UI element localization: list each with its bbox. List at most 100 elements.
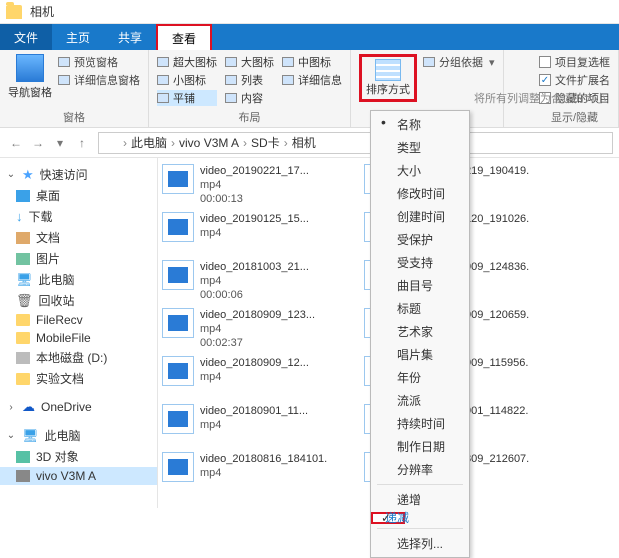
folder-icon (105, 137, 119, 149)
sidebar-3dobjects[interactable]: 3D 对象 (0, 446, 157, 467)
sort-choose-columns[interactable]: 选择列... (371, 532, 469, 555)
sort-year[interactable]: 年份 (371, 366, 469, 389)
video-thumb-icon (162, 356, 194, 386)
sort-duration[interactable]: 持续时间 (371, 412, 469, 435)
opt-file-ext[interactable]: ✓文件扩展名 (539, 72, 610, 88)
file-ext: mp4 (200, 274, 309, 288)
layout-m[interactable]: 中图标 (282, 54, 342, 70)
fit-columns-hint: 将所有列调整为合适的大小 (474, 90, 606, 106)
video-thumb-icon (162, 404, 194, 434)
sort-by-icon (375, 59, 401, 81)
address-bar[interactable]: › 此电脑› vivo V3M A› SD卡› 相机 (98, 132, 613, 154)
layout-l[interactable]: 大图标 (225, 54, 274, 70)
video-thumb-icon (162, 452, 194, 482)
crumb-device[interactable]: vivo V3M A› (179, 136, 247, 150)
sidebar-recycle[interactable]: 🗑回收站 (0, 290, 157, 311)
ribbon-group-layout: 超大图标 大图标 中图标 小图标 列表 详细信息 平铺 内容 布局 (149, 50, 351, 127)
file-duration: 00:02:37 (200, 336, 315, 350)
nav-pane-button[interactable]: 导航窗格 (8, 54, 52, 100)
sort-genre[interactable]: 流派 (371, 389, 469, 412)
video-thumb-icon (162, 308, 194, 338)
file-tile[interactable]: video_20190125_15...mp4 (162, 212, 354, 254)
nav-sidebar: ⌄★快速访问 桌面 ↓下载 文档 图片 🖥此电脑 🗑回收站 FileRecv M… (0, 158, 158, 508)
file-ext: mp4 (200, 370, 309, 384)
sort-type[interactable]: 类型 (371, 136, 469, 159)
tab-view[interactable]: 查看 (156, 24, 212, 50)
file-ext: mp4 (200, 178, 309, 192)
sort-descending[interactable]: 递减 (371, 512, 405, 524)
file-name: video_20180816_184101. (200, 452, 327, 466)
sidebar-onedrive[interactable]: ›☁OneDrive (0, 397, 157, 417)
file-tile[interactable]: video_20181003_21...mp400:00:06 (162, 260, 354, 302)
sidebar-thispc2[interactable]: ⌄🖥此电脑 (0, 425, 157, 446)
sort-by-button[interactable]: 排序方式 (359, 54, 417, 102)
file-tile[interactable]: video_20190221_17...mp400:00:13 (162, 164, 354, 206)
tab-file[interactable]: 文件 (0, 24, 52, 50)
preview-pane-icon (58, 57, 70, 67)
nav-forward-icon[interactable]: → (28, 133, 48, 153)
layout-tile[interactable]: 平铺 (157, 90, 217, 106)
ribbon: 导航窗格 预览窗格 详细信息窗格 窗格 超大图标 大图标 中图标 小图标 列表 … (0, 50, 619, 128)
layout-s[interactable]: 小图标 (157, 72, 217, 88)
sort-by-menu: 名称 类型 大小 修改时间 创建时间 受保护 受支持 曲目号 标题 艺术家 唱片… (370, 110, 470, 558)
crumb-camera[interactable]: 相机 (292, 134, 316, 151)
details-pane-button[interactable]: 详细信息窗格 (58, 72, 140, 88)
sidebar-pictures[interactable]: 图片 (0, 248, 157, 269)
file-duration: 00:00:06 (200, 288, 309, 302)
breadcrumb-bar: ← → ▾ ↑ › 此电脑› vivo V3M A› SD卡› 相机 (0, 128, 619, 158)
layout-xl[interactable]: 超大图标 (157, 54, 217, 70)
group-by-button[interactable]: 分组依据▾ (423, 54, 495, 70)
sidebar-filerecv[interactable]: FileRecv (0, 311, 157, 329)
ribbon-tabs: 文件 主页 共享 查看 (0, 24, 619, 50)
sort-modtime[interactable]: 修改时间 (371, 182, 469, 205)
sort-by-label: 排序方式 (366, 81, 410, 97)
group-label-panes: 窗格 (8, 109, 140, 125)
sidebar-quick-access[interactable]: ⌄★快速访问 (0, 164, 157, 185)
preview-pane-button[interactable]: 预览窗格 (58, 54, 140, 70)
sidebar-localdisk[interactable]: 本地磁盘 (D:) (0, 347, 157, 368)
sidebar-expdoc[interactable]: 实验文档 (0, 368, 157, 389)
layout-detail[interactable]: 详细信息 (282, 72, 342, 88)
file-tile[interactable]: video_20180909_12...mp4 (162, 356, 354, 398)
file-tile[interactable]: video_20180909_123...mp400:02:37 (162, 308, 354, 350)
sort-created[interactable]: 创建时间 (371, 205, 469, 228)
sidebar-desktop[interactable]: 桌面 (0, 185, 157, 206)
sort-artist[interactable]: 艺术家 (371, 320, 469, 343)
sidebar-documents[interactable]: 文档 (0, 227, 157, 248)
file-name: video_20190221_17... (200, 164, 309, 178)
sort-supported[interactable]: 受支持 (371, 251, 469, 274)
sort-protected[interactable]: 受保护 (371, 228, 469, 251)
sort-makedate[interactable]: 制作日期 (371, 435, 469, 458)
file-name: video_20180909_123... (200, 308, 315, 322)
sidebar-vivo-device[interactable]: vivo V3M A (0, 467, 157, 485)
crumb-sdcard[interactable]: SD卡› (251, 134, 288, 151)
file-tile[interactable]: video_20180901_11...mp4 (162, 404, 354, 446)
ribbon-group-showhide: 项目复选框 ✓文件扩展名 隐藏的项目 显示/隐藏 (531, 50, 619, 127)
sort-title[interactable]: 标题 (371, 297, 469, 320)
sidebar-mobilefile[interactable]: MobileFile (0, 329, 157, 347)
file-name: video_20180909_12... (200, 356, 309, 370)
sort-trackno[interactable]: 曲目号 (371, 274, 469, 297)
layout-content[interactable]: 内容 (225, 90, 274, 106)
file-tile[interactable]: video_20180816_184101.mp4 (162, 452, 354, 482)
nav-recent-icon[interactable]: ▾ (50, 133, 70, 153)
tab-home[interactable]: 主页 (52, 24, 104, 50)
layout-list[interactable]: 列表 (225, 72, 274, 88)
tab-share[interactable]: 共享 (104, 24, 156, 50)
crumb-thispc[interactable]: 此电脑› (131, 134, 175, 151)
opt-item-checkboxes[interactable]: 项目复选框 (539, 54, 610, 70)
file-ext: mp4 (200, 226, 309, 240)
nav-up-icon[interactable]: ↑ (72, 133, 92, 153)
sort-album[interactable]: 唱片集 (371, 343, 469, 366)
sort-name[interactable]: 名称 (371, 113, 469, 136)
ribbon-group-panes: 导航窗格 预览窗格 详细信息窗格 窗格 (0, 50, 149, 127)
nav-back-icon[interactable]: ← (6, 133, 26, 153)
file-ext: mp4 (200, 466, 327, 480)
sort-size[interactable]: 大小 (371, 159, 469, 182)
sidebar-downloads[interactable]: ↓下载 (0, 206, 157, 227)
sort-resolution[interactable]: 分辨率 (371, 458, 469, 481)
file-name: video_20190125_15... (200, 212, 309, 226)
file-name: video_20180901_11... (200, 404, 308, 418)
nav-pane-icon (16, 54, 44, 82)
sidebar-thispc[interactable]: 🖥此电脑 (0, 269, 157, 290)
